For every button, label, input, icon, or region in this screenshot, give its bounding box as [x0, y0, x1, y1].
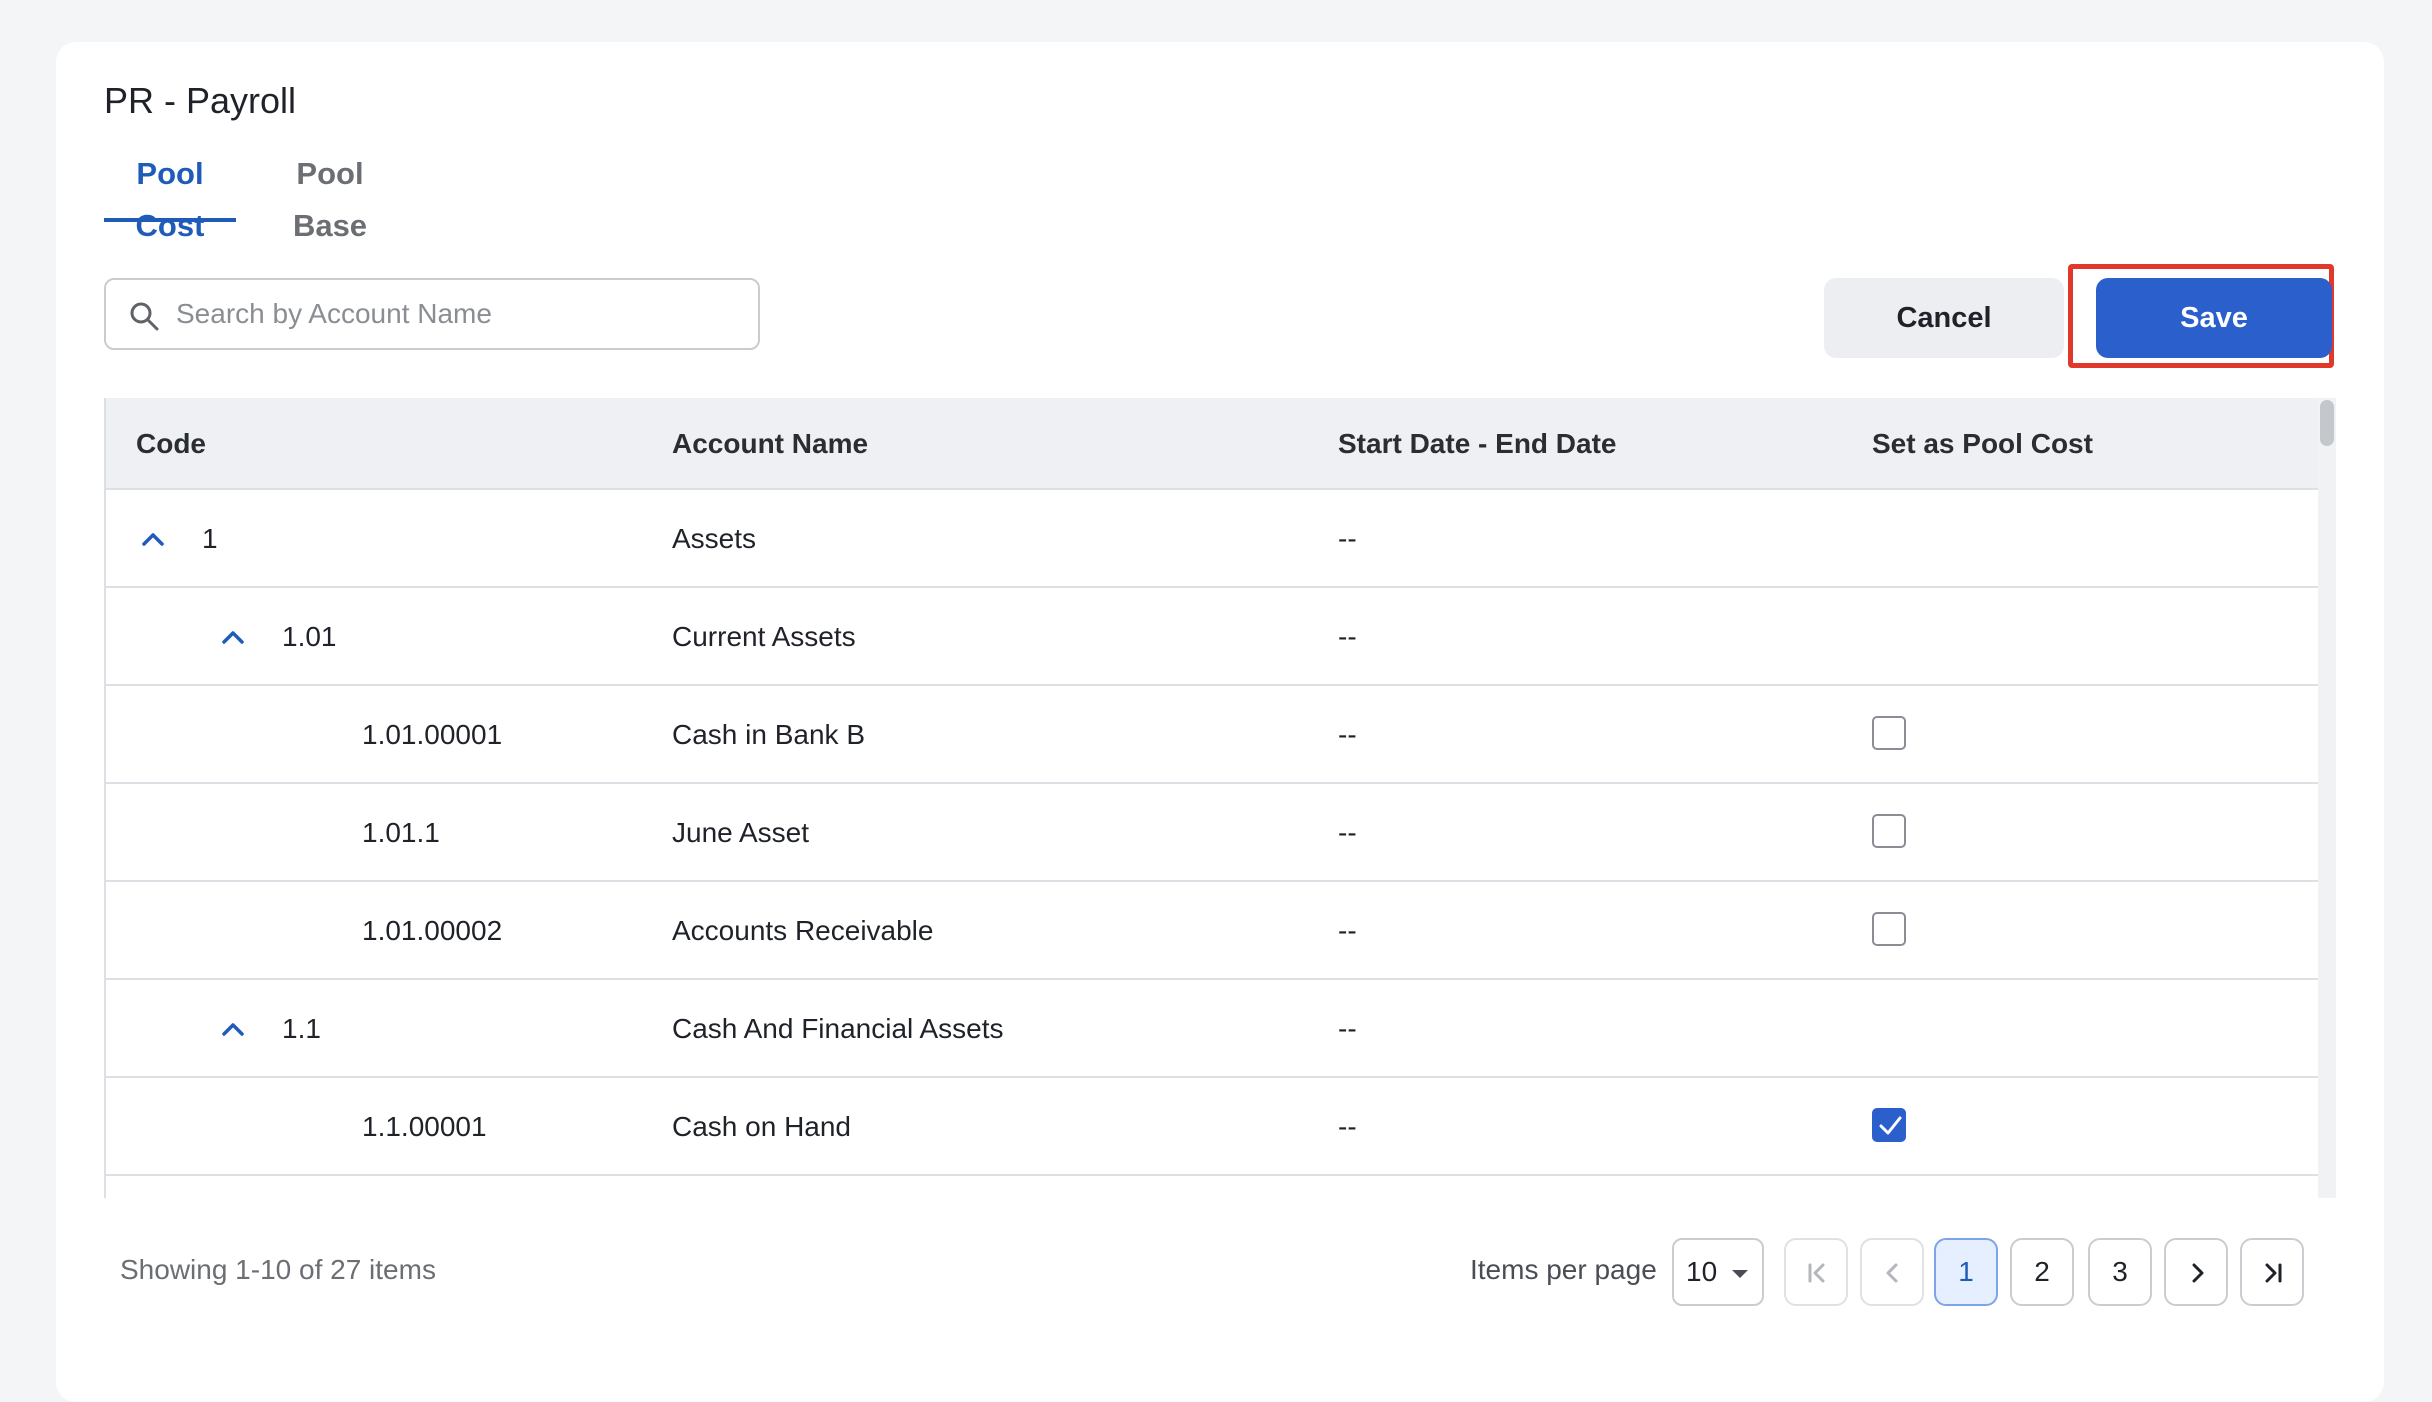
table-row: 1.01 Current Assets -- — [106, 588, 2318, 686]
chevron-up-icon[interactable] — [220, 624, 246, 650]
column-header-pool-cost: Set as Pool Cost — [1872, 428, 2093, 459]
page-button-3[interactable]: 3 — [2088, 1238, 2152, 1306]
column-header-account-name: Account Name — [672, 428, 869, 459]
table-row: 1.1 Cash And Financial Assets -- — [106, 980, 2318, 1078]
table-row: 1.01.00002 Accounts Receivable -- — [106, 882, 2318, 980]
row-dates: -- — [1338, 719, 1357, 750]
search-box — [104, 278, 760, 350]
search-icon — [130, 302, 159, 331]
row-code: 1 — [202, 523, 218, 554]
row-account-name: Current Assets — [672, 621, 856, 652]
first-page-button[interactable] — [1784, 1238, 1848, 1306]
last-page-button[interactable] — [2240, 1238, 2304, 1306]
row-account-name: Accounts Receivable — [672, 915, 934, 946]
page-title: PR - Payroll — [104, 80, 297, 121]
row-code: 1.01.00001 — [362, 719, 503, 750]
chevron-up-icon[interactable] — [140, 526, 166, 552]
pool-cost-checkbox[interactable] — [1872, 814, 1906, 848]
table-scrollbar[interactable] — [2318, 398, 2336, 1198]
row-dates: -- — [1338, 915, 1357, 946]
row-dates: -- — [1338, 523, 1357, 554]
row-dates: -- — [1338, 621, 1357, 652]
items-per-page-label: Items per page — [1470, 1254, 1657, 1285]
table-row — [106, 1176, 2318, 1198]
page-button-1[interactable]: 1 — [1934, 1238, 1998, 1306]
items-per-page-value: 10 — [1686, 1256, 1718, 1287]
row-account-name: Assets — [672, 523, 757, 554]
table-row: 1 Assets -- — [106, 490, 2318, 588]
column-header-dates: Start Date - End Date — [1338, 428, 1617, 459]
previous-page-button[interactable] — [1860, 1238, 1924, 1306]
chevron-up-icon[interactable] — [220, 1016, 246, 1042]
last-page-icon — [2265, 1263, 2282, 1283]
pool-cost-checkbox[interactable] — [1872, 912, 1906, 946]
accounts-table: Code Account Name Start Date - End Date … — [104, 398, 2320, 1198]
save-button[interactable]: Save — [2096, 278, 2332, 358]
first-page-icon — [1808, 1263, 1825, 1283]
row-account-name: Cash in Bank B — [672, 719, 865, 750]
table-row: 1.01.1 June Asset -- — [106, 784, 2318, 882]
row-account-name: Cash on Hand — [672, 1111, 852, 1142]
pool-cost-checkbox[interactable] — [1872, 716, 1906, 750]
chevron-right-icon — [2192, 1263, 2204, 1283]
showing-items-text: Showing 1-10 of 27 items — [120, 1254, 436, 1285]
page-button-2[interactable]: 2 — [2010, 1238, 2074, 1306]
row-dates: -- — [1338, 817, 1357, 848]
caret-down-icon — [1732, 1270, 1748, 1278]
row-account-name: June Asset — [672, 817, 809, 848]
row-code: 1.01.00002 — [362, 915, 503, 946]
cancel-button[interactable]: Cancel — [1824, 278, 2064, 358]
items-per-page-select[interactable]: 10 — [1672, 1238, 1764, 1306]
table-header: Code Account Name Start Date - End Date … — [106, 398, 2318, 490]
table-row: 1.01.00001 Cash in Bank B -- — [106, 686, 2318, 784]
row-code: 1.1 — [282, 1013, 321, 1044]
row-dates: -- — [1338, 1013, 1357, 1044]
tab-pool-cost[interactable]: Pool Cost — [104, 148, 236, 243]
row-code: 1.01.1 — [362, 817, 440, 848]
scrollbar-thumb[interactable] — [2320, 400, 2334, 446]
pool-cost-checkbox-checked[interactable] — [1872, 1108, 1906, 1142]
chevron-left-icon — [1886, 1263, 1898, 1283]
check-icon — [1879, 1116, 1902, 1135]
row-code: 1.01 — [282, 621, 337, 652]
row-dates: -- — [1338, 1111, 1357, 1142]
row-code: 1.1.00001 — [362, 1111, 487, 1142]
next-page-button[interactable] — [2164, 1238, 2228, 1306]
search-input[interactable] — [176, 290, 736, 338]
table-row: 1.1.00001 Cash on Hand -- — [106, 1078, 2318, 1176]
tab-pool-base[interactable]: Pool Base — [256, 148, 404, 243]
column-header-code: Code — [136, 428, 206, 459]
row-account-name: Cash And Financial Assets — [672, 1013, 1004, 1044]
